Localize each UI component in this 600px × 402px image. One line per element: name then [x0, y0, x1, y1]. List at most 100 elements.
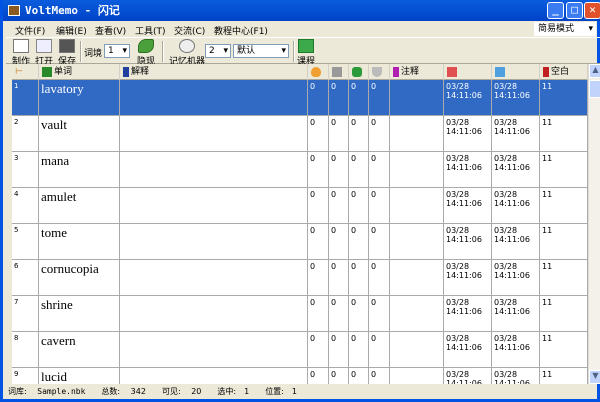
cell-d[interactable]: 0: [369, 332, 390, 368]
make-button[interactable]: 制作: [12, 39, 30, 67]
cell-def[interactable]: [120, 260, 308, 296]
cell-d[interactable]: 0: [369, 188, 390, 224]
cell-def[interactable]: [120, 188, 308, 224]
cell-note[interactable]: [390, 332, 444, 368]
cell-dt2[interactable]: 03/28 14:11:06: [492, 116, 540, 152]
course-button[interactable]: 课程: [297, 39, 315, 67]
cell-rn[interactable]: 3: [12, 152, 39, 188]
cell-rn[interactable]: 8: [12, 332, 39, 368]
cell-b[interactable]: 0: [329, 368, 349, 384]
cell-a[interactable]: 0: [308, 224, 329, 260]
cell-def[interactable]: [120, 116, 308, 152]
cell-word[interactable]: lavatory: [39, 80, 120, 116]
cell-rn[interactable]: 5: [12, 224, 39, 260]
menu-tools[interactable]: 工具(T): [135, 24, 166, 37]
cell-a[interactable]: 0: [308, 332, 329, 368]
cell-blank[interactable]: 11: [540, 188, 588, 224]
cell-word[interactable]: lucid: [39, 368, 120, 384]
menu-tutorial[interactable]: 教程中心(F1): [214, 24, 268, 37]
column-header-calendar[interactable]: [329, 64, 349, 80]
close-button[interactable]: ✕: [584, 2, 600, 19]
cell-note[interactable]: [390, 260, 444, 296]
menu-file[interactable]: 文件(F): [15, 24, 45, 37]
cell-dt1[interactable]: 03/28 14:11:06: [444, 80, 492, 116]
cell-rn[interactable]: 6: [12, 260, 39, 296]
cell-blank[interactable]: 11: [540, 80, 588, 116]
cell-rn[interactable]: 1: [12, 80, 39, 116]
cell-blank[interactable]: 11: [540, 260, 588, 296]
cell-note[interactable]: [390, 368, 444, 384]
column-header-created[interactable]: [444, 64, 492, 80]
cell-dt2[interactable]: 03/28 14:11:06: [492, 80, 540, 116]
cell-a[interactable]: 0: [308, 260, 329, 296]
cell-def[interactable]: [120, 296, 308, 332]
cell-note[interactable]: [390, 116, 444, 152]
table-row[interactable]: 7 shrine 0 0 0 0 03/28 14:11:06 03/28 14:11:06 11: [12, 296, 588, 332]
cell-a[interactable]: 0: [308, 188, 329, 224]
scroll-thumb[interactable]: [589, 80, 600, 98]
menu-view[interactable]: 查看(V): [95, 24, 126, 37]
cell-d[interactable]: 0: [369, 368, 390, 384]
cell-dt2[interactable]: 03/28 14:11:06: [492, 188, 540, 224]
table-row[interactable]: 2 vault 0 0 0 0 03/28 14:11:06 03/28 14:11:06 11: [12, 116, 588, 152]
cell-c[interactable]: 0: [349, 152, 369, 188]
cell-dt1[interactable]: 03/28 14:11:06: [444, 260, 492, 296]
table-row[interactable]: 5 tome 0 0 0 0 03/28 14:11:06 03/28 14:11:06 11: [12, 224, 588, 260]
cell-a[interactable]: 0: [308, 80, 329, 116]
cell-d[interactable]: 0: [369, 80, 390, 116]
column-header-refresh[interactable]: [349, 64, 369, 80]
cell-dt2[interactable]: 03/28 14:11:06: [492, 332, 540, 368]
scroll-down-button[interactable]: ▼: [589, 370, 600, 384]
cell-b[interactable]: 0: [329, 260, 349, 296]
vertical-scrollbar[interactable]: ▲ ▼: [588, 64, 600, 384]
column-header-index[interactable]: ⊢: [12, 64, 39, 80]
cell-def[interactable]: [120, 80, 308, 116]
cell-b[interactable]: 0: [329, 152, 349, 188]
cell-blank[interactable]: 11: [540, 152, 588, 188]
cell-dt1[interactable]: 03/28 14:11:06: [444, 188, 492, 224]
cell-dt1[interactable]: 03/28 14:11:06: [444, 296, 492, 332]
cell-def[interactable]: [120, 332, 308, 368]
scroll-up-button[interactable]: ▲: [589, 64, 600, 78]
cell-blank[interactable]: 11: [540, 368, 588, 384]
cell-b[interactable]: 0: [329, 296, 349, 332]
cell-dt2[interactable]: 03/28 14:11:06: [492, 296, 540, 332]
table-row[interactable]: 8 cavern 0 0 0 0 03/28 14:11:06 03/28 14:11:06 11: [12, 332, 588, 368]
cell-rn[interactable]: 7: [12, 296, 39, 332]
cell-note[interactable]: [390, 80, 444, 116]
cell-d[interactable]: 0: [369, 260, 390, 296]
cell-word[interactable]: vault: [39, 116, 120, 152]
column-header-note[interactable]: 注释: [390, 64, 444, 80]
maximize-button[interactable]: □: [566, 2, 583, 19]
cell-blank[interactable]: 11: [540, 224, 588, 260]
cell-def[interactable]: [120, 368, 308, 384]
cell-dt1[interactable]: 03/28 14:11:06: [444, 152, 492, 188]
table-row[interactable]: 4 amulet 0 0 0 0 03/28 14:11:06 03/28 14:11:06 11: [12, 188, 588, 224]
cell-c[interactable]: 0: [349, 188, 369, 224]
cell-rn[interactable]: 9: [12, 368, 39, 384]
cell-note[interactable]: [390, 224, 444, 260]
cell-c[interactable]: 0: [349, 80, 369, 116]
cell-a[interactable]: 0: [308, 152, 329, 188]
cell-dt1[interactable]: 03/28 14:11:06: [444, 116, 492, 152]
table-row[interactable]: 6 cornucopia 0 0 0 0 03/28 14:11:06 03/28 14:11:0…: [12, 260, 588, 296]
minimize-button[interactable]: _: [547, 2, 564, 19]
cell-word[interactable]: amulet: [39, 188, 120, 224]
cell-dt2[interactable]: 03/28 14:11:06: [492, 224, 540, 260]
cell-note[interactable]: [390, 188, 444, 224]
column-header-blank[interactable]: 空白: [540, 64, 588, 80]
cell-c[interactable]: 0: [349, 296, 369, 332]
context-select[interactable]: 1 ▾: [104, 44, 130, 58]
cell-dt1[interactable]: 03/28 14:11:06: [444, 224, 492, 260]
cell-c[interactable]: 0: [349, 260, 369, 296]
cell-word[interactable]: cavern: [39, 332, 120, 368]
open-button[interactable]: 打开: [35, 39, 53, 67]
cell-dt2[interactable]: 03/28 14:11:06: [492, 152, 540, 188]
cell-b[interactable]: 0: [329, 332, 349, 368]
cell-c[interactable]: 0: [349, 116, 369, 152]
cell-dt2[interactable]: 03/28 14:11:06: [492, 368, 540, 384]
cell-d[interactable]: 0: [369, 296, 390, 332]
cell-d[interactable]: 0: [369, 224, 390, 260]
cell-word[interactable]: cornucopia: [39, 260, 120, 296]
save-button[interactable]: 保存: [58, 39, 76, 67]
